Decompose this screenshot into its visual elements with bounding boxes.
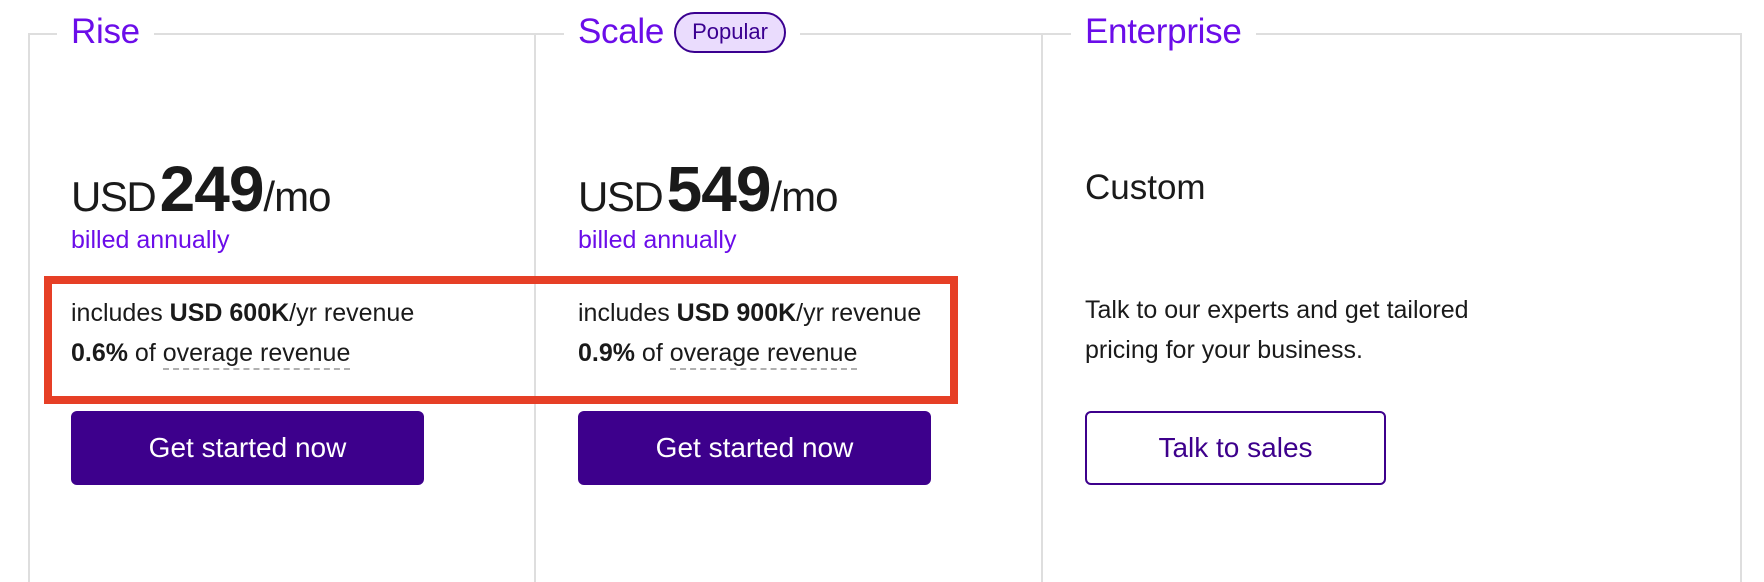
price-period: /mo	[263, 173, 331, 220]
plan-card-rise: Rise USD 249/mo billed annually includes…	[0, 0, 534, 582]
custom-price-label: Custom	[1085, 168, 1206, 207]
plan-inclusions: includes USD 900K/yr revenue 0.9% of ove…	[578, 293, 921, 373]
enterprise-description: Talk to our experts and get tailored pri…	[1085, 296, 1469, 364]
included-revenue-amount: USD 600K	[169, 299, 290, 327]
plan-title: Scale	[578, 12, 665, 51]
price-period: /mo	[770, 173, 838, 220]
overage-fee: 0.9% of overage revenue	[578, 333, 921, 373]
get-started-button[interactable]: Get started now	[71, 411, 424, 485]
plan-header: Enterprise	[1071, 8, 1256, 56]
overage-fee: 0.6% of overage revenue	[71, 333, 414, 373]
overage-rate: 0.9%	[578, 339, 635, 367]
plan-header: Rise	[57, 8, 154, 56]
talk-to-sales-button[interactable]: Talk to sales	[1085, 411, 1386, 485]
price-amount: 549	[666, 153, 772, 225]
included-revenue: includes USD 600K/yr revenue	[71, 299, 415, 327]
overage-revenue-tooltip-link[interactable]: overage revenue	[669, 339, 858, 370]
plan-price: USD 249/mo	[71, 152, 331, 226]
billing-note: billed annually	[71, 226, 230, 254]
price-amount: 249	[159, 153, 265, 225]
price-currency: USD	[578, 173, 664, 220]
included-revenue-amount: USD 900K	[676, 299, 797, 327]
plan-price: USD 549/mo	[578, 152, 838, 226]
plan-title: Rise	[71, 12, 140, 51]
included-revenue: includes USD 900K/yr revenue	[578, 299, 922, 327]
plan-card-enterprise: Enterprise Custom Talk to our experts an…	[1041, 0, 1741, 582]
plan-title: Enterprise	[1085, 12, 1242, 51]
overage-rate: 0.6%	[71, 339, 128, 367]
plan-header: Scale Popular	[564, 8, 800, 56]
popular-badge: Popular	[674, 11, 786, 53]
get-started-button[interactable]: Get started now	[578, 411, 931, 485]
price-currency: USD	[71, 173, 157, 220]
billing-note: billed annually	[578, 226, 737, 254]
plan-inclusions: includes USD 600K/yr revenue 0.6% of ove…	[71, 293, 414, 373]
overage-revenue-tooltip-link[interactable]: overage revenue	[162, 339, 351, 370]
plan-card-scale: Scale Popular USD 549/mo billed annually…	[534, 0, 1041, 582]
